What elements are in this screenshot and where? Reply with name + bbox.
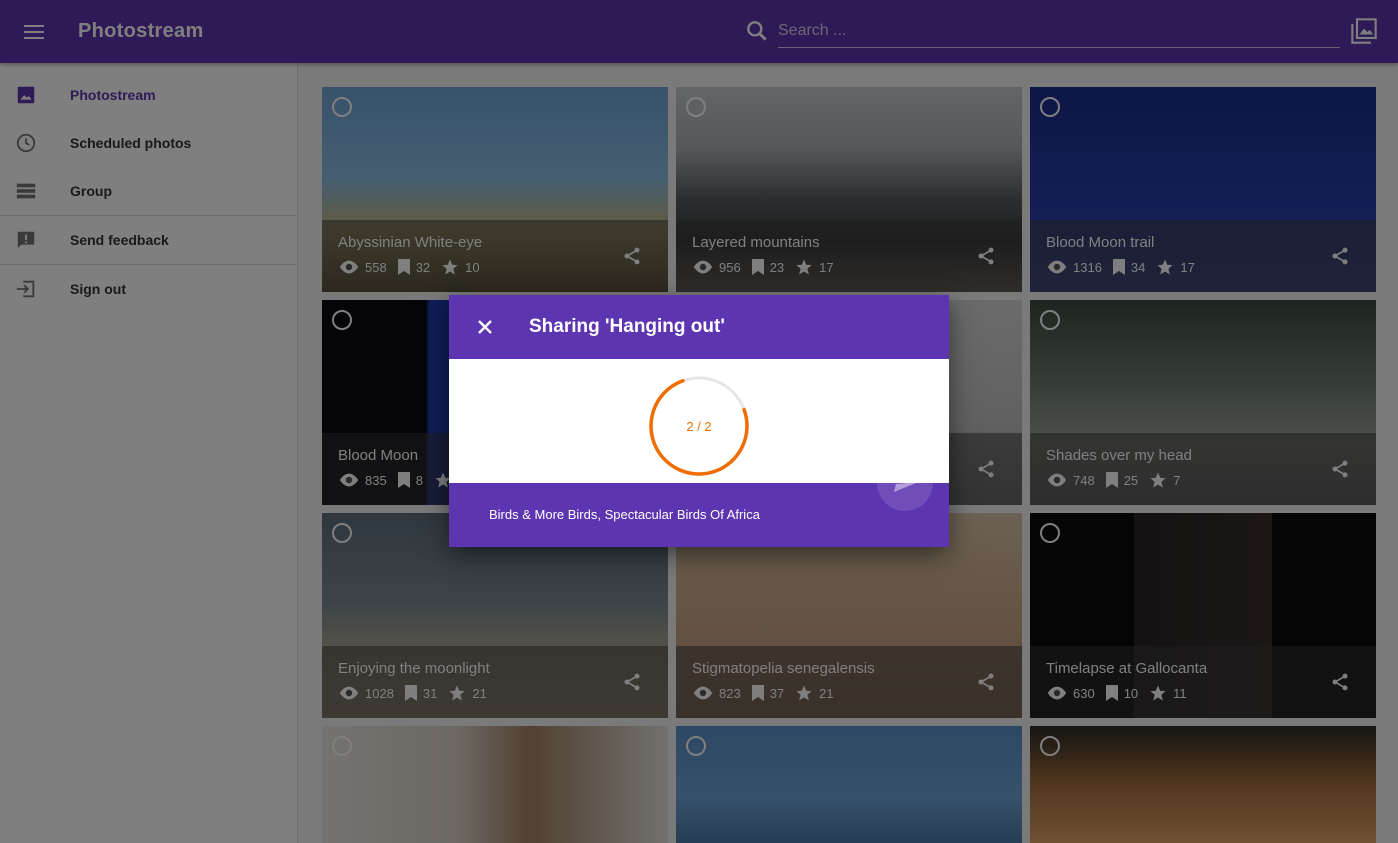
- close-button[interactable]: [449, 295, 521, 359]
- dialog-footer: Birds & More Birds, Spectacular Birds Of…: [449, 455, 949, 547]
- dialog-body: 2 / 2: [449, 359, 949, 483]
- progress-label: 2 / 2: [686, 418, 712, 434]
- send-icon: [894, 474, 916, 492]
- send-button[interactable]: [877, 455, 933, 511]
- dialog-title: Sharing 'Hanging out': [529, 316, 725, 337]
- close-icon: [478, 320, 492, 334]
- selected-groups: Birds & More Birds, Spectacular Birds Of…: [489, 507, 760, 522]
- sharing-dialog: Sharing 'Hanging out' 2 / 2 Birds & More…: [449, 295, 949, 547]
- dialog-header: Sharing 'Hanging out': [449, 295, 949, 359]
